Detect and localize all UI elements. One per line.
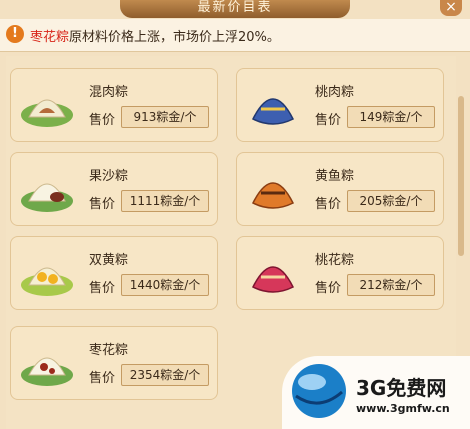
- notice-bar: ! 枣花粽原材料价格上涨，市场价上浮20%。: [0, 19, 470, 52]
- list-item: 桃花粽 售价 212粽金/个: [236, 236, 444, 310]
- item-name: 混肉粽: [89, 85, 129, 100]
- item-price: 2354粽金/个: [121, 364, 209, 386]
- item-price: 205粽金/个: [347, 190, 435, 212]
- item-price: 1440粽金/个: [121, 274, 209, 296]
- close-icon[interactable]: ×: [440, 0, 462, 16]
- rice-dumpling-date-icon: [21, 357, 73, 386]
- price-list-window: 最新价目表 × ! 枣花粽原材料价格上涨，市场价上浮20%。 混肉粽 售价 91…: [0, 0, 470, 429]
- rice-dumpling-yolk-icon: [21, 267, 73, 296]
- list-item: 枣花粽 售价 2354粽金/个: [10, 326, 218, 400]
- list-item: 混肉粽 售价 913粽金/个: [10, 68, 218, 142]
- price-label: 售价: [89, 197, 116, 212]
- list-item: 双黄粽 售价 1440粽金/个: [10, 236, 218, 310]
- item-price: 212粽金/个: [347, 274, 435, 296]
- item-name: 桃花粽: [315, 253, 355, 268]
- alert-icon: !: [6, 25, 24, 43]
- watermark-url: www.3gmfw.cn: [356, 402, 450, 415]
- scrollbar[interactable]: [458, 96, 464, 256]
- watermark-logo: 3G免费网 www.3gmfw.cn: [282, 356, 470, 429]
- list-item: 果沙粽 售价 1111粽金/个: [10, 152, 218, 226]
- rice-dumpling-blue-icon: [251, 98, 295, 125]
- rice-dumpling-white-icon: [21, 183, 73, 212]
- item-price: 913粽金/个: [121, 106, 209, 128]
- watermark-title: 3G免费网: [356, 376, 447, 400]
- notice-message: 原材料价格上涨，市场价上浮20%。: [69, 30, 280, 45]
- item-name: 枣花粽: [89, 343, 129, 358]
- price-label: 售价: [89, 113, 116, 128]
- item-name: 果沙粽: [89, 169, 129, 184]
- item-price: 1111粽金/个: [121, 190, 209, 212]
- price-label: 售价: [89, 281, 116, 296]
- price-label: 售价: [315, 197, 342, 212]
- price-label: 售价: [315, 113, 342, 128]
- rice-dumpling-orange-icon: [251, 182, 295, 209]
- notice-text: 枣花粽原材料价格上涨，市场价上浮20%。: [30, 26, 280, 45]
- list-item: 黄鱼粽 售价 205粽金/个: [236, 152, 444, 226]
- rice-dumpling-green-icon: [21, 99, 73, 127]
- price-label: 售价: [315, 281, 342, 296]
- list-item: 桃肉粽 售价 149粽金/个: [236, 68, 444, 142]
- item-name: 桃肉粽: [315, 85, 355, 100]
- notice-highlight: 枣花粽: [30, 30, 70, 45]
- price-label: 售价: [89, 371, 116, 386]
- item-name: 黄鱼粽: [315, 169, 355, 184]
- window-title: 最新价目表: [120, 0, 350, 18]
- item-name: 双黄粽: [89, 253, 129, 268]
- rice-dumpling-pink-icon: [251, 266, 295, 293]
- item-price: 149粽金/个: [347, 106, 435, 128]
- globe-icon: [292, 364, 346, 418]
